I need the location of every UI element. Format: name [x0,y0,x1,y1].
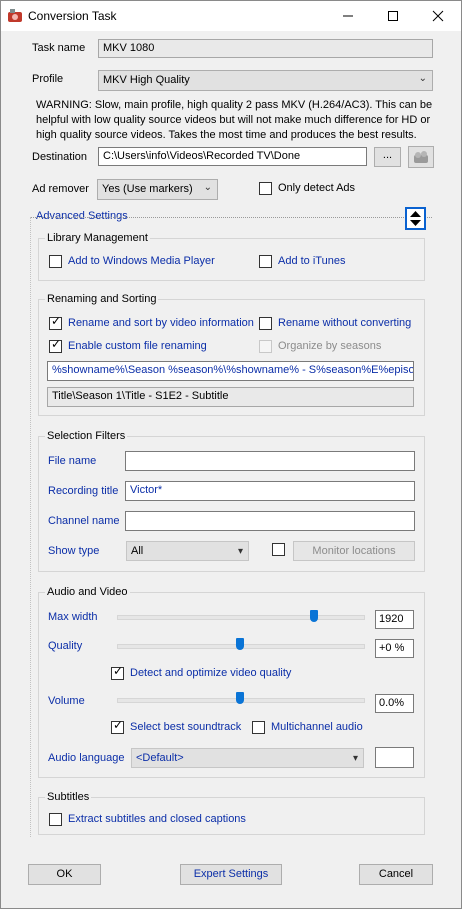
app-icon [8,9,22,22]
monitor-locations-checkbox[interactable] [272,543,285,556]
destination-label: Destination [32,151,88,163]
minimize-button[interactable] [325,1,371,31]
selection-filters-title: Selection Filters [45,430,128,442]
rename-preview-field: Title\Season 1\Title - S1E2 - Subtitle [47,387,414,407]
library-management-title: Library Management [45,232,150,244]
detect-optimize-checkbox[interactable]: ✓ [111,664,124,680]
monitor-locations-button[interactable]: Monitor locations [293,541,415,561]
quality-slider-thumb[interactable] [236,638,244,650]
add-wmp-label: Add to Windows Media Player [68,255,215,267]
custom-renaming-label: Enable custom file renaming [68,340,207,352]
channel-name-input[interactable] [125,511,415,531]
ad-remover-dropdown[interactable]: Yes (Use markers) ⌄ [97,179,218,200]
audio-language-value: <Default> [136,752,184,764]
show-type-value: All [131,545,144,557]
renaming-sorting-title: Renaming and Sorting [45,293,159,305]
minimize-icon [343,15,353,17]
add-wmp-checkbox[interactable] [49,255,62,268]
profile-warning: WARNING: Slow, main profile, high qualit… [36,99,433,141]
cancel-button[interactable]: Cancel [359,864,433,885]
rename-without-converting-label: Rename without converting [278,317,412,329]
collapse-arrows-icon [410,211,421,226]
close-button[interactable] [415,1,461,31]
close-icon [432,10,444,22]
task-name-field[interactable]: MKV 1080 [98,39,433,58]
profile-dropdown[interactable]: MKV High Quality ⌄ [98,70,433,91]
ok-button[interactable]: OK [28,864,101,885]
best-soundtrack-label: Select best soundtrack [130,721,242,733]
network-browse-button[interactable] [408,146,434,168]
dropdown-arrow-icon: ▾ [237,546,243,557]
task-name-label: Task name [32,42,86,54]
network-icon [414,151,428,163]
checkmark-icon: ✓ [113,664,124,678]
add-itunes-label: Add to iTunes [278,255,346,267]
audio-language-code-input[interactable] [375,747,414,768]
extract-subtitles-checkbox[interactable] [49,813,62,826]
audio-language-label: Audio language [48,752,125,764]
organize-seasons-label: Organize by seasons [278,340,382,352]
max-width-label: Max width [48,611,98,623]
browse-button[interactable]: ... [374,147,401,167]
max-width-value[interactable]: 1920 [375,610,414,629]
rename-without-converting-checkbox[interactable] [259,317,272,330]
subtitles-title: Subtitles [45,791,92,803]
recording-title-input[interactable]: Victor* [125,481,415,501]
quality-value[interactable]: +0 % [375,639,414,658]
advanced-left-border [30,217,31,837]
only-detect-ads-checkbox[interactable] [259,182,272,195]
title-bar[interactable]: Conversion Task [1,1,461,31]
multichannel-checkbox[interactable] [252,721,265,734]
audio-video-title: Audio and Video [45,586,130,598]
multichannel-label: Multichannel audio [271,721,363,733]
chevron-down-icon: ⌄ [418,73,427,84]
channel-name-label: Channel name [48,515,120,527]
organize-seasons-checkbox[interactable] [259,340,272,353]
rename-sort-label: Rename and sort by video information [68,317,254,329]
profile-value: MKV High Quality [103,74,190,86]
destination-field[interactable]: C:\Users\info\Videos\Recorded TV\Done [98,147,367,166]
extract-subtitles-label: Extract subtitles and closed captions [68,813,246,825]
best-soundtrack-checkbox[interactable]: ✓ [111,718,124,734]
file-name-input[interactable] [125,451,415,471]
rename-sort-checkbox[interactable]: ✓ [49,314,62,330]
checkmark-icon: ✓ [113,718,124,732]
window-title: Conversion Task [28,9,117,23]
ad-remover-value: Yes (Use markers) [102,183,193,195]
maximize-button[interactable] [370,1,416,31]
volume-value[interactable]: 0.0% [375,694,414,713]
recording-title-label: Recording title [48,485,119,497]
max-width-slider[interactable] [117,615,365,620]
checkmark-icon: ✓ [51,314,62,328]
advanced-settings-divider [30,217,432,218]
volume-slider-thumb[interactable] [236,692,244,704]
checkmark-icon: ✓ [51,337,62,351]
audio-language-dropdown[interactable]: <Default> ▾ [131,748,364,768]
expert-settings-button[interactable]: Expert Settings [180,864,282,885]
profile-label: Profile [32,73,64,85]
quality-label: Quality [48,640,83,652]
max-width-slider-thumb[interactable] [309,610,318,622]
chevron-down-icon: ⌄ [203,182,212,193]
rename-pattern-field[interactable]: %showname%\Season %season%\%showname% - … [47,361,414,381]
show-type-dropdown[interactable]: All ▾ [126,541,249,561]
advanced-settings-label: Advanced Settings [36,210,128,222]
add-itunes-checkbox[interactable] [259,255,272,268]
collapse-toggle-button[interactable] [405,207,426,230]
volume-label: Volume [48,695,85,707]
ad-remover-label: Ad remover [32,183,89,195]
only-detect-ads-label: Only detect Ads [278,182,356,194]
custom-renaming-checkbox[interactable]: ✓ [49,337,62,353]
conversion-task-window: Conversion Task Task name MKV 1080 Profi… [0,0,462,909]
show-type-label: Show type [48,545,100,557]
maximize-icon [388,11,398,21]
detect-optimize-label: Detect and optimize video quality [130,667,292,679]
dropdown-arrow-icon: ▾ [352,753,358,764]
file-name-label: File name [48,455,97,467]
